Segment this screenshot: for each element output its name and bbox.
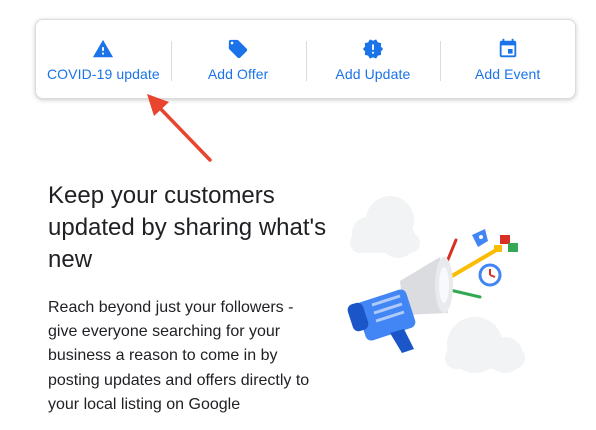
add-offer-button[interactable]: Add Offer — [170, 20, 306, 98]
badge-alert-icon — [362, 39, 383, 59]
warning-icon — [93, 39, 114, 58]
annotation-arrow — [147, 94, 212, 162]
add-update-button[interactable]: Add Update — [305, 20, 441, 98]
add-offer-label: Add Offer — [207, 66, 269, 82]
covid-19-update-label: COVID-19 update — [46, 66, 160, 82]
page-description: Reach beyond just your followers - give … — [48, 299, 310, 413]
page-headline: Keep your customers updated by sharing w… — [48, 182, 327, 273]
tag-icon — [228, 39, 248, 59]
add-event-button[interactable]: Add Event — [440, 20, 575, 98]
add-update-label: Add Update — [335, 66, 411, 82]
post-type-toolbar: COVID-19 update Add Offer Add Update Add… — [35, 19, 576, 99]
calendar-icon — [499, 38, 516, 58]
megaphone-illustration — [347, 196, 525, 373]
add-event-label: Add Event — [474, 66, 541, 82]
covid-19-update-button[interactable]: COVID-19 update — [36, 20, 171, 98]
